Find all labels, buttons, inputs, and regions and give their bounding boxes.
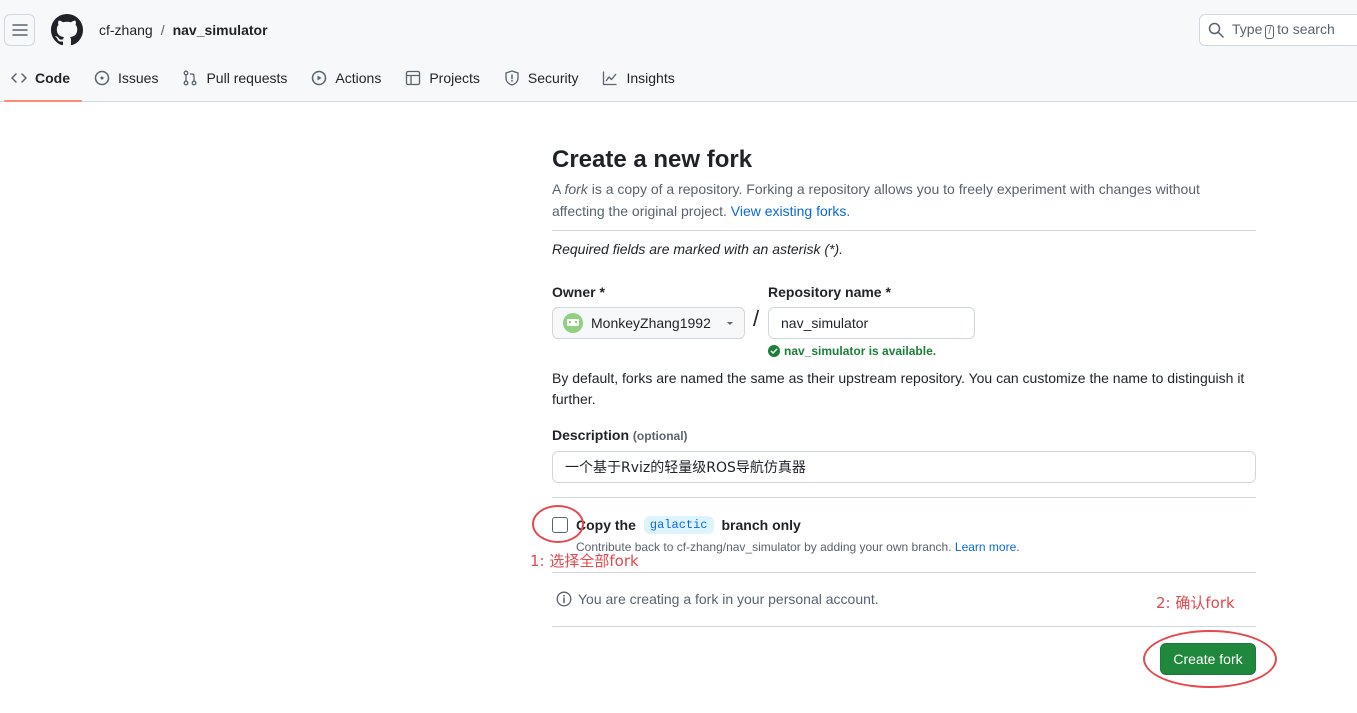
- divider: [552, 572, 1256, 573]
- search-input[interactable]: Type / to search: [1199, 14, 1357, 46]
- play-icon: [312, 70, 327, 86]
- search-placeholder: Type / to search: [1232, 21, 1335, 39]
- tab-label: Issues: [118, 70, 159, 86]
- copy-branch-hint: Contribute back to cf-zhang/nav_simulato…: [576, 540, 1020, 554]
- owner-repo-slash: /: [753, 306, 760, 331]
- branch-name-tag: galactic: [643, 516, 714, 534]
- tab-label: Pull requests: [206, 70, 288, 86]
- menu-button[interactable]: [4, 14, 35, 46]
- tab-label: Code: [35, 70, 70, 86]
- breadcrumb-separator: /: [160, 22, 165, 38]
- pull-request-icon: [184, 70, 197, 86]
- avatar: [563, 313, 583, 333]
- shield-icon: [505, 70, 519, 86]
- learn-more-link[interactable]: Learn more.: [955, 540, 1020, 554]
- personal-account-info: You are creating a fork in your personal…: [556, 591, 879, 607]
- divider: [552, 230, 1256, 231]
- tab-label: Actions: [335, 70, 382, 86]
- repository-name-input[interactable]: [768, 307, 975, 339]
- breadcrumb: cf-zhang / nav_simulator: [99, 21, 268, 39]
- tab-label: Insights: [626, 70, 675, 86]
- tab-label: Security: [527, 70, 579, 86]
- annotation-circle-create-fork: [1143, 630, 1277, 688]
- repository-name-label: Repository name *: [768, 284, 891, 300]
- description-input[interactable]: [552, 451, 1256, 483]
- issue-icon: [94, 70, 110, 86]
- required-fields-note: Required fields are marked with an aster…: [552, 241, 844, 257]
- owner-select[interactable]: MonkeyZhang1992: [552, 307, 745, 339]
- tab-insights[interactable]: Insights: [590, 60, 686, 96]
- default-name-note: By default, forks are named the same as …: [552, 370, 1245, 407]
- search-shortcut-key: /: [1265, 25, 1275, 39]
- tab-actions[interactable]: Actions: [299, 60, 393, 96]
- github-logo-icon[interactable]: [51, 14, 83, 46]
- fork-form: Create a new fork A fork is a copy of a …: [552, 146, 1256, 675]
- annotation-step2: 2: 确认fork: [1156, 594, 1235, 612]
- search-icon: [1208, 22, 1224, 38]
- annotation-step1: 1: 选择全部fork: [530, 552, 639, 570]
- tab-projects[interactable]: Projects: [393, 60, 492, 96]
- optional-tag: (optional): [632, 429, 688, 443]
- breadcrumb-owner-link[interactable]: cf-zhang: [99, 21, 153, 39]
- page-title: Create a new fork: [552, 146, 753, 173]
- divider: [552, 497, 1256, 498]
- tab-label: Projects: [429, 70, 480, 86]
- graph-icon: [603, 71, 617, 86]
- view-existing-forks-link[interactable]: View existing forks.: [731, 203, 851, 219]
- code-icon: [11, 73, 27, 83]
- divider: [552, 626, 1256, 627]
- check-circle-icon: [768, 345, 780, 357]
- copy-branch-option[interactable]: Copy the galactic branch only: [552, 516, 801, 534]
- table-icon: [406, 70, 421, 86]
- repo-tabs: Code Issues Pull requests Actions Projec…: [0, 60, 687, 102]
- caret-down-icon: [726, 322, 733, 325]
- page-subtitle: A fork is a copy of a repository. Forkin…: [552, 181, 1200, 219]
- hamburger-icon: [11, 24, 28, 36]
- owner-value: MonkeyZhang1992: [591, 315, 711, 331]
- info-icon: [556, 591, 572, 607]
- tab-security[interactable]: Security: [492, 60, 591, 96]
- tab-code[interactable]: Code: [0, 60, 82, 102]
- breadcrumb-repo-link[interactable]: nav_simulator: [173, 21, 268, 39]
- annotation-circle-checkbox: [532, 505, 584, 543]
- availability-message: nav_simulator is available.: [768, 344, 936, 358]
- description-label: Description (optional): [552, 427, 688, 443]
- owner-label: Owner *: [552, 284, 605, 300]
- repo-header: cf-zhang / nav_simulator Type / to search …: [0, 0, 1357, 102]
- tab-pull-requests[interactable]: Pull requests: [170, 60, 299, 96]
- tab-issues[interactable]: Issues: [82, 60, 170, 96]
